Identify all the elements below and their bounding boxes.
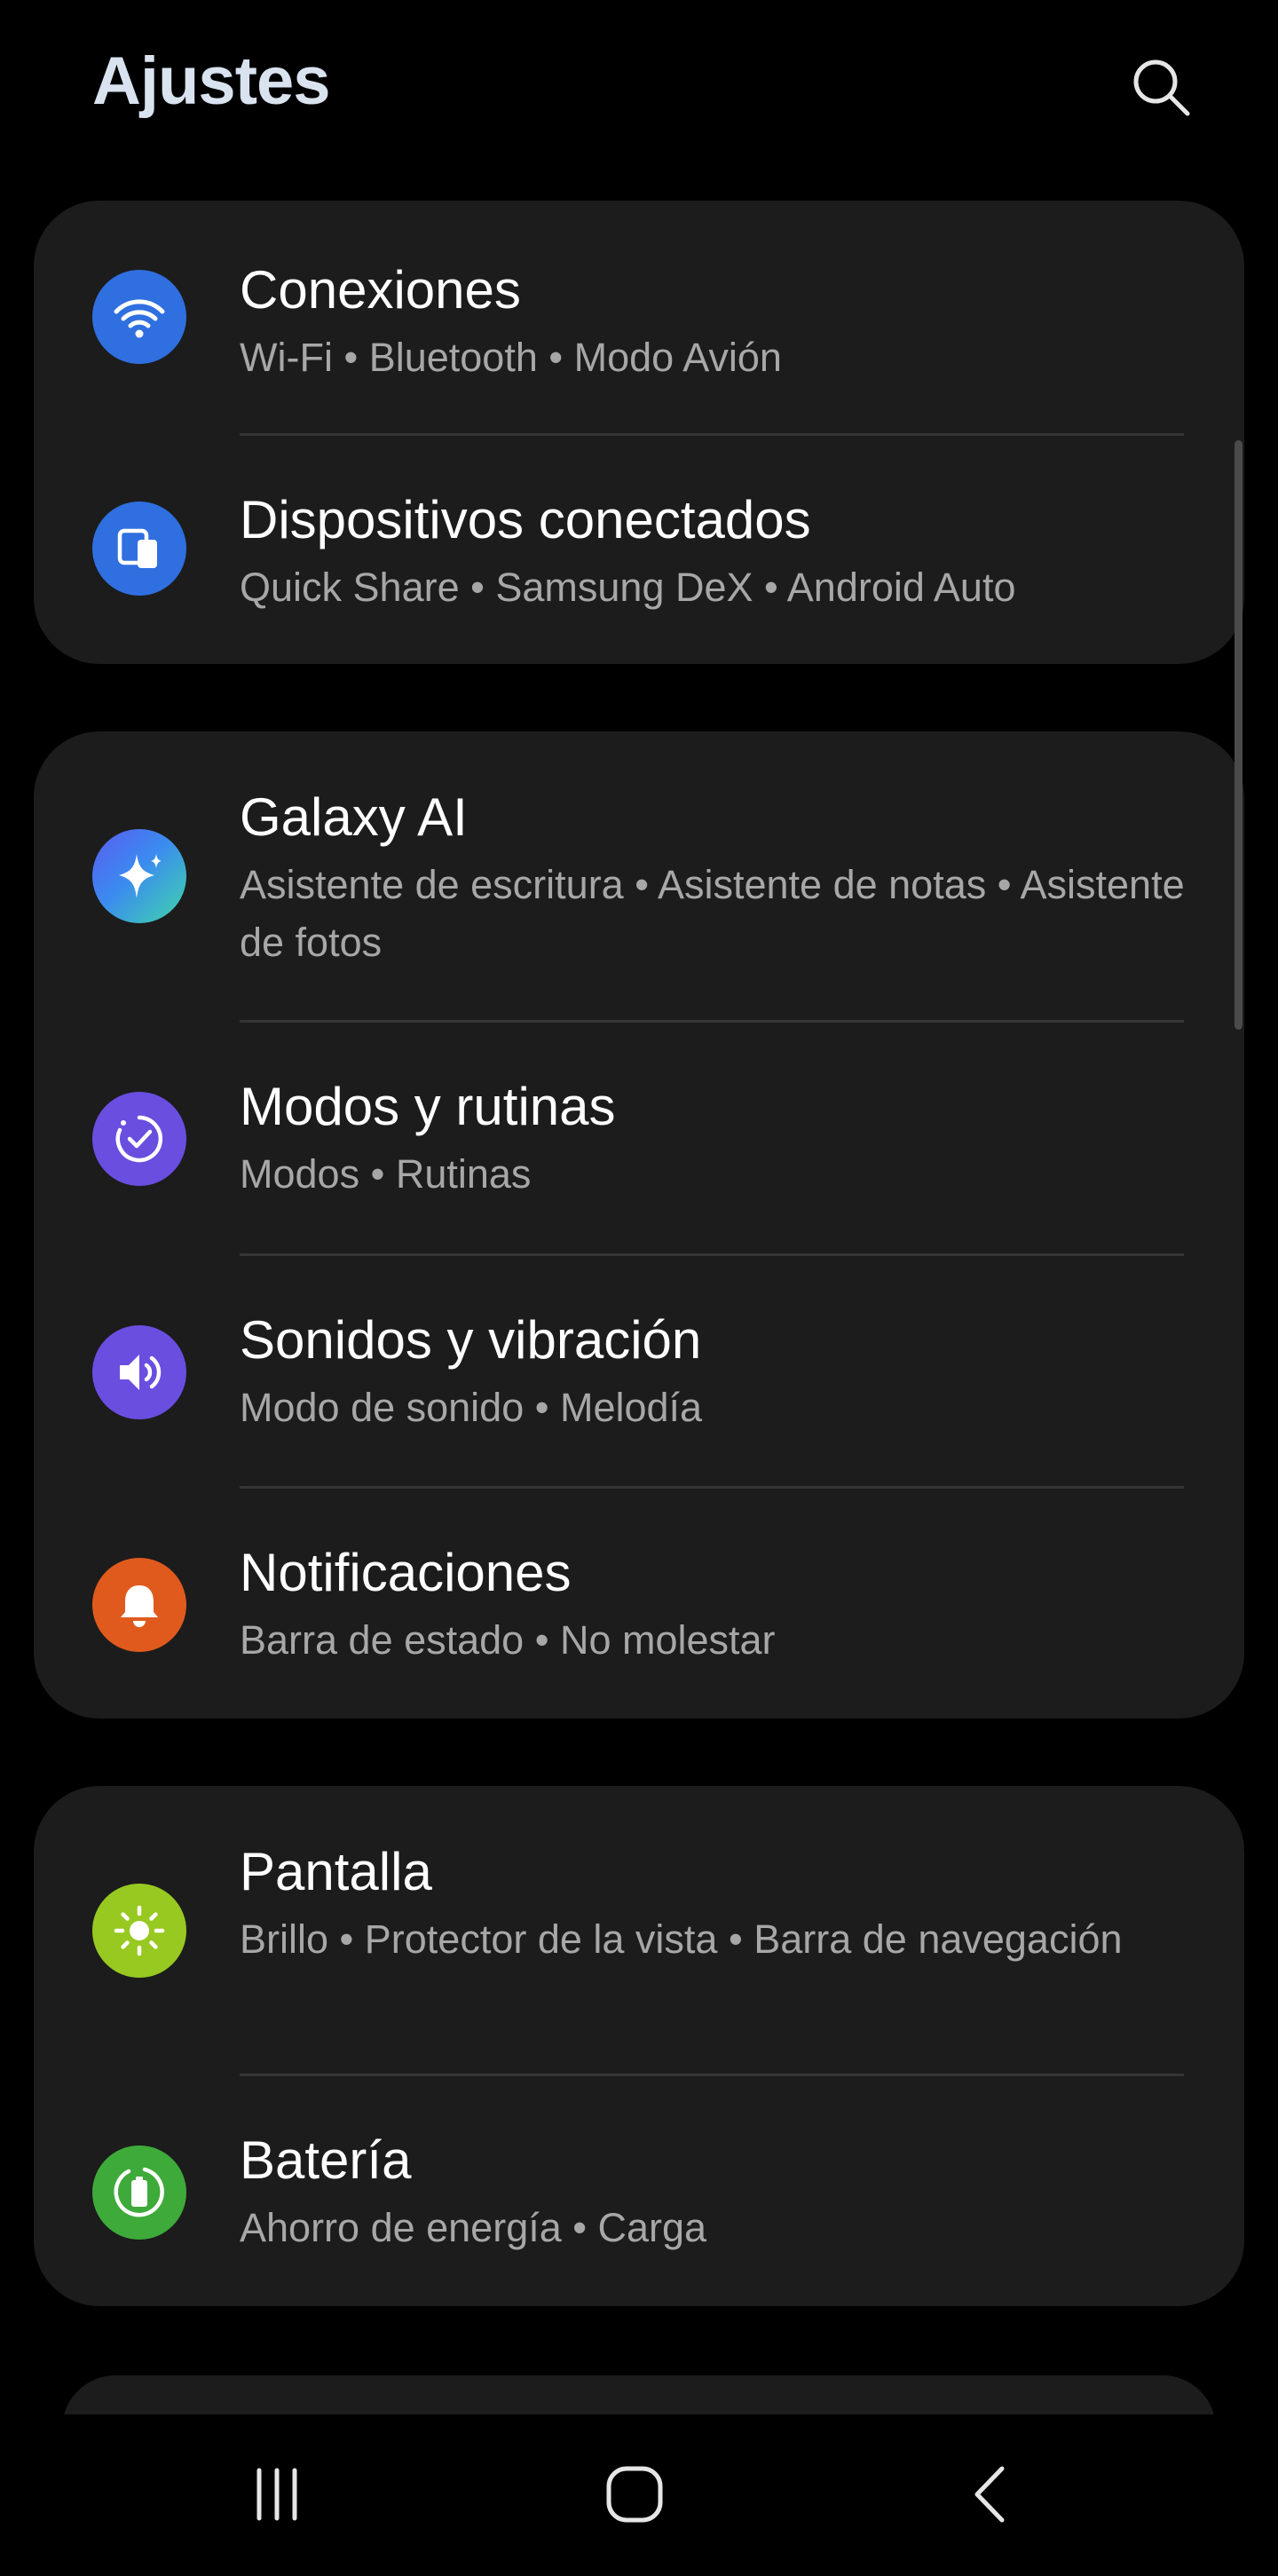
settings-group-display: Pantalla Brillo • Protector de la vista … [34, 1786, 1244, 2306]
item-subtitle: Ahorro de energía • Carga [240, 2205, 707, 2250]
item-subtitle: Barra de estado • No molestar [240, 1617, 776, 1663]
sun-icon [92, 1884, 186, 1978]
battery-icon [92, 2145, 186, 2240]
settings-item-notificaciones[interactable]: Notificaciones Barra de estado • No mole… [34, 1489, 1244, 1719]
item-subtitle: Brillo • Protector de la vista • Barra d… [240, 1916, 1123, 1962]
settings-item-bateria[interactable]: Batería Ahorro de energía • Carga [34, 2076, 1244, 2306]
sparkle-icon [92, 829, 186, 923]
page-title: Ajustes [92, 43, 331, 119]
connected-devices-icon [92, 502, 186, 596]
home-button[interactable] [572, 2441, 697, 2548]
speaker-icon [92, 1325, 186, 1419]
search-icon [1133, 59, 1190, 116]
settings-screen: Ajustes Conexiones Wi-Fi • Bluetooth • M… [0, 0, 1278, 2576]
item-subtitle: Wi-Fi • Bluetooth • Modo Avión [240, 335, 782, 380]
wifi-icon [92, 270, 186, 364]
recents-button[interactable] [215, 2441, 339, 2548]
item-title: Modos y rutinas [240, 1077, 616, 1136]
back-button[interactable] [928, 2441, 1053, 2548]
settings-item-dispositivos-conectados[interactable]: Dispositivos conectados Quick Share • Sa… [34, 436, 1244, 664]
search-button[interactable] [1118, 44, 1203, 130]
settings-group-general: Galaxy AI Asistente de escritura • Asist… [34, 731, 1244, 1719]
settings-item-pantalla[interactable]: Pantalla Brillo • Protector de la vista … [34, 1786, 1244, 2075]
settings-item-conexiones[interactable]: Conexiones Wi-Fi • Bluetooth • Modo Avió… [34, 201, 1244, 433]
item-title: Galaxy AI [240, 787, 468, 847]
recents-icon [256, 2468, 297, 2521]
settings-group-connections: Conexiones Wi-Fi • Bluetooth • Modo Avió… [34, 201, 1244, 664]
scrollbar[interactable] [1235, 440, 1242, 1030]
header: Ajustes [0, 0, 1278, 178]
item-subtitle: Asistente de escritura • Asistente de no… [240, 862, 1185, 965]
item-title: Pantalla [240, 1842, 432, 1901]
item-title: Batería [240, 2130, 412, 2190]
item-title: Sonidos y vibración [240, 1310, 702, 1370]
item-subtitle: Modo de sonido • Melodía [240, 1385, 703, 1430]
settings-item-galaxy-ai[interactable]: Galaxy AI Asistente de escritura • Asist… [34, 731, 1244, 1023]
home-icon [606, 2466, 663, 2523]
settings-item-modos-rutinas[interactable]: Modos y rutinas Modos • Rutinas [34, 1023, 1244, 1255]
item-title: Conexiones [240, 260, 521, 320]
settings-item-sonidos-vibracion[interactable]: Sonidos y vibración Modo de sonido • Mel… [34, 1256, 1244, 1489]
modes-check-icon [92, 1092, 186, 1186]
item-subtitle: Modos • Rutinas [240, 1151, 532, 1197]
item-title: Dispositivos conectados [240, 490, 811, 549]
back-icon [974, 2466, 1005, 2523]
navigation-bar [0, 2414, 1278, 2576]
item-subtitle: Quick Share • Samsung DeX • Android Auto [240, 565, 1016, 610]
bell-icon [92, 1558, 186, 1652]
item-title: Notificaciones [240, 1543, 572, 1602]
